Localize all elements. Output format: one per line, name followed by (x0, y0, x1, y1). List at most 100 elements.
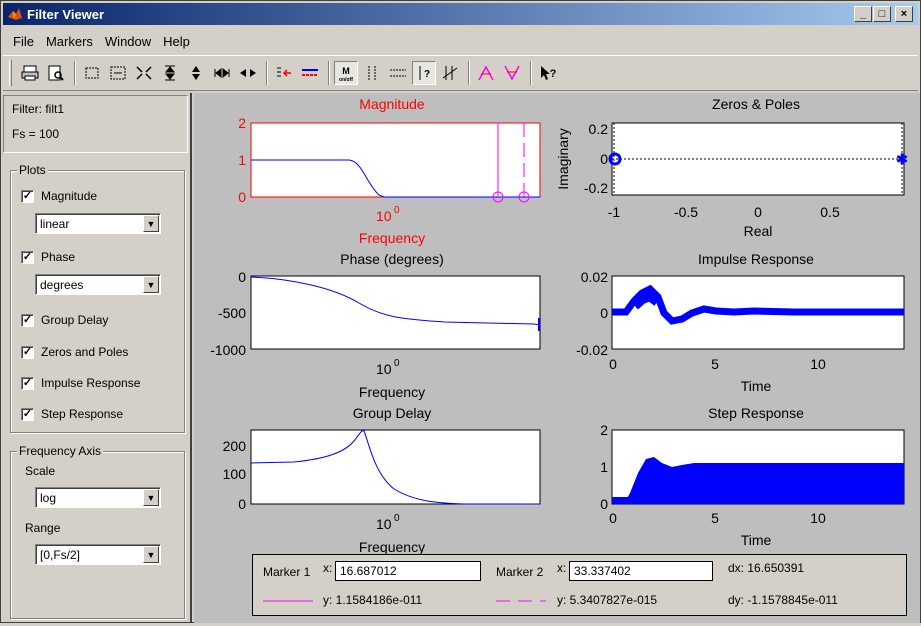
step-fill (612, 457, 904, 504)
step-plot[interactable]: Step Response 2 1 0 0 5 10 Time (600, 405, 905, 548)
valleys-icon[interactable] (500, 61, 524, 85)
step-label: Step Response (41, 407, 124, 421)
print-preview-icon[interactable] (44, 61, 68, 85)
zp-ytick: -0.2 (584, 180, 608, 196)
phase-xlabel: Frequency (359, 384, 425, 400)
frequency-scale-select[interactable]: log ▼ (35, 487, 161, 508)
menu-markers[interactable]: Markers (40, 34, 99, 49)
group-delay-checkbox[interactable]: ✓ (21, 313, 34, 327)
toolbar: Mon/off ? ? (3, 55, 918, 91)
phase-checkbox[interactable]: ✓ (21, 250, 34, 264)
magnitude-xlabel: Frequency (359, 230, 425, 246)
chevron-down-icon[interactable]: ▼ (143, 215, 159, 232)
phase-units-select[interactable]: degrees ▼ (35, 274, 161, 295)
magnitude-plot[interactable]: Magnitude 2 1 0 10 0 Frequency (238, 96, 541, 246)
phase-ytick: -1000 (210, 342, 246, 358)
impulse-checkbox[interactable]: ✓ (21, 376, 34, 390)
print-icon[interactable] (18, 61, 42, 85)
minimize-button[interactable]: _ (854, 6, 872, 22)
zoom-out-icon[interactable] (132, 61, 156, 85)
group-delay-checkbox-row[interactable]: ✓ Group Delay (21, 313, 108, 327)
marker-dx: dx: 16.650391 (728, 561, 805, 575)
toolbar-separator (468, 61, 470, 85)
gd-ytick: 100 (223, 466, 247, 482)
svg-text:?: ? (424, 69, 430, 80)
menu-file[interactable]: File (3, 34, 40, 49)
phase-axes[interactable] (250, 275, 541, 350)
toolbar-separator (530, 61, 532, 85)
impulse-xtick: 10 (810, 356, 826, 372)
slope-marker-icon[interactable] (438, 61, 462, 85)
impulse-plot[interactable]: Impulse Response 0.02 0 -0.02 0 5 10 Tim… (576, 251, 905, 394)
step-checkbox-row[interactable]: ✓ Step Response (21, 407, 123, 421)
zp-xtick: -0.5 (674, 204, 698, 220)
magnitude-ytick: 1 (238, 152, 246, 168)
phase-title: Phase (degrees) (340, 251, 444, 267)
band-lines-icon[interactable] (298, 61, 322, 85)
horizontal-markers-icon[interactable] (386, 61, 410, 85)
menu-help[interactable]: Help (157, 34, 196, 49)
impulse-checkbox-row[interactable]: ✓ Impulse Response (21, 376, 140, 390)
magnitude-checkbox-row[interactable]: ✓ Magnitude (21, 189, 97, 203)
phase-plot[interactable]: Phase (degrees) 0 -500 -1000 10 0 Freque… (210, 251, 541, 400)
zoom-x-out-icon[interactable] (236, 61, 260, 85)
group-delay-label: Group Delay (41, 313, 109, 327)
phase-checkbox-row[interactable]: ✓ Phase (21, 250, 75, 264)
frequency-axis-group: Frequency Axis Scale log ▼ Range [0,Fs/2]… (10, 444, 185, 619)
zeros-poles-checkbox-row[interactable]: ✓ Zeros and Poles (21, 345, 128, 359)
pass-stop-band-icon[interactable] (272, 61, 296, 85)
magnitude-checkbox[interactable]: ✓ (21, 189, 34, 203)
zoom-y-out-icon[interactable] (184, 61, 208, 85)
zeros-poles-plot[interactable]: Zeros & Poles 0.2 0 -0.2 -1 -0.5 0 0.5 R… (555, 96, 908, 239)
plots-canvas: Magnitude 2 1 0 10 0 Frequency Zeros & P… (210, 96, 908, 555)
vertical-markers-icon[interactable] (360, 61, 384, 85)
close-button[interactable]: × (895, 6, 913, 22)
zoom-x-in-icon[interactable] (210, 61, 234, 85)
zp-xtick: -1 (608, 204, 621, 220)
phase-ytick: -500 (218, 305, 246, 321)
phase-units-value: degrees (40, 278, 84, 292)
gd-ytick: 0 (238, 496, 246, 512)
magnitude-ytick: 2 (238, 115, 246, 131)
zp-xtick: 0.5 (820, 204, 840, 220)
title-bar[interactable]: Filter Viewer _ □ × (3, 3, 918, 25)
zeros-poles-checkbox[interactable]: ✓ (21, 345, 34, 359)
chevron-down-icon[interactable]: ▼ (143, 489, 159, 506)
frequency-axis-group-label: Frequency Axis (17, 444, 104, 458)
maximize-button[interactable]: □ (873, 6, 891, 22)
marker1-x-input[interactable]: 16.687012 (335, 561, 481, 581)
marker2-x-input[interactable]: 33.337402 (569, 561, 713, 581)
whats-this-help-icon[interactable]: ? (536, 61, 560, 85)
zoom-all-icon[interactable] (106, 61, 130, 85)
frequency-range-value: [0,Fs/2] (40, 548, 81, 562)
chevron-down-icon[interactable]: ▼ (143, 546, 159, 563)
matlab-icon (8, 8, 22, 20)
menu-window[interactable]: Window (99, 34, 157, 49)
peaks-icon[interactable] (474, 61, 498, 85)
magnitude-xtick: 10 (376, 208, 392, 224)
step-checkbox[interactable]: ✓ (21, 407, 34, 421)
magnitude-title: Magnitude (359, 96, 425, 112)
group-delay-title: Group Delay (353, 405, 432, 421)
plots-group: Plots ✓ Magnitude linear ▼ ✓ Phase degrees ▼… (10, 163, 185, 433)
mag-on-off-icon[interactable]: Mon/off (334, 61, 358, 85)
chevron-down-icon[interactable]: ▼ (143, 276, 159, 293)
impulse-ytick: -0.02 (576, 342, 608, 358)
marker1-y-readout: y: 1.1584186e-011 (323, 593, 423, 607)
step-xtick: 0 (609, 510, 617, 526)
zoom-y-in-icon[interactable] (158, 61, 182, 85)
group-delay-plot[interactable]: Group Delay 200 100 0 10 0 Frequency (223, 405, 541, 555)
toolbar-grip[interactable] (9, 60, 12, 86)
marker-readout-panel: Marker 1 x: 16.687012 Marker 2 x: 33.337… (252, 554, 907, 616)
marker2-line-style (496, 600, 546, 602)
group-delay-axes[interactable] (250, 429, 541, 505)
magnitude-label: Magnitude (41, 189, 98, 203)
magnitude-scale-select[interactable]: linear ▼ (35, 213, 161, 234)
track-marker-icon[interactable]: ? (412, 61, 436, 85)
filter-name: Filter: filt1 (12, 102, 65, 116)
svg-text:?: ? (550, 68, 557, 80)
frequency-range-select[interactable]: [0,Fs/2] ▼ (35, 544, 161, 565)
zoom-box-icon[interactable] (80, 61, 104, 85)
gd-ytick: 200 (223, 438, 247, 454)
gd-xlabel: Frequency (359, 539, 425, 555)
